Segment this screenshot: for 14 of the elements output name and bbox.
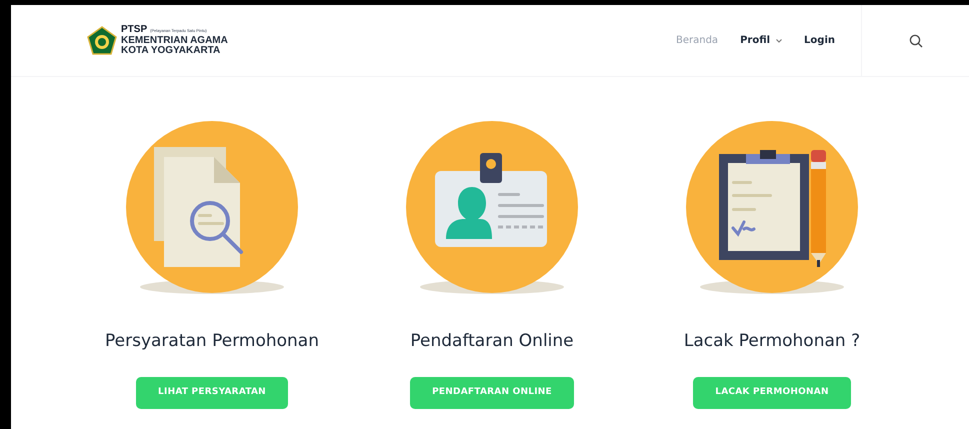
brand-name: KEMENTRIAN AGAMA (121, 36, 228, 46)
search-icon[interactable] (908, 34, 922, 48)
service-title: Persyaratan Permohonan (105, 330, 319, 353)
service-button[interactable]: PENDAFTARAN ONLINE (410, 376, 574, 408)
service-title: Pendaftaran Online (410, 330, 574, 353)
service-button[interactable]: LIHAT PERSYARATAN (136, 376, 288, 408)
nav-link[interactable]: Profil (740, 33, 782, 48)
nav-link[interactable]: Login (804, 33, 835, 48)
service-title: Lacak Permohonan ? (684, 330, 860, 353)
brand-city: KOTA YOGYAKARTA (121, 46, 222, 56)
service-button[interactable]: LACAK PERMOHONAN (693, 376, 851, 408)
brand-acronym: PTSP (121, 25, 148, 35)
logo-icon (87, 26, 117, 56)
nav-link[interactable]: Beranda (676, 33, 718, 48)
